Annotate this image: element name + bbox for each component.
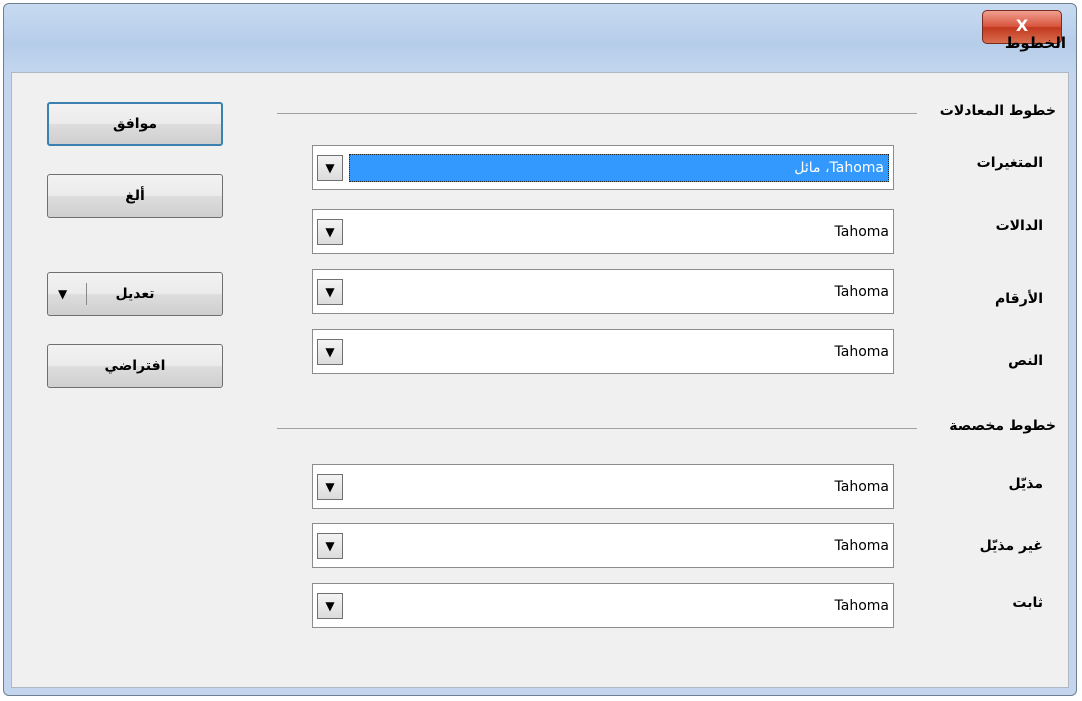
combo-arrow-icon[interactable]: ▼	[317, 219, 343, 245]
numbers-font-combo[interactable]: ▼ Tahoma	[312, 269, 894, 314]
numbers-font-value: Tahoma	[834, 284, 889, 300]
combo-arrow-icon[interactable]: ▼	[317, 155, 343, 181]
text-font-combo[interactable]: ▼ Tahoma	[312, 329, 894, 374]
variables-label: المتغيرات	[976, 155, 1043, 171]
ok-button[interactable]: موافق	[47, 102, 223, 146]
formula-fonts-divider	[277, 113, 917, 114]
sans-serif-label: غير مذيّل	[979, 538, 1043, 554]
dialog-title: الخطوط	[1004, 34, 1066, 52]
serif-label: مذيّل	[1008, 476, 1043, 492]
variables-font-combo[interactable]: ▼ Tahoma، مائل	[312, 145, 894, 190]
combo-arrow-icon[interactable]: ▼	[317, 339, 343, 365]
custom-fonts-heading: خطوط مخصصة	[945, 418, 1056, 434]
functions-label: الدالات	[995, 218, 1043, 234]
functions-font-value: Tahoma	[834, 224, 889, 240]
fixed-font-combo[interactable]: ▼ Tahoma	[312, 583, 894, 628]
default-button[interactable]: افتراضي	[47, 344, 223, 388]
text-font-value: Tahoma	[834, 344, 889, 360]
fixed-label: ثابت	[1012, 595, 1043, 611]
combo-arrow-icon[interactable]: ▼	[317, 474, 343, 500]
serif-font-value: Tahoma	[834, 479, 889, 495]
functions-font-combo[interactable]: ▼ Tahoma	[312, 209, 894, 254]
sans-serif-font-value: Tahoma	[834, 538, 889, 554]
dialog-body: خطوط المعادلات المتغيرات ▼ Tahoma، مائل …	[11, 72, 1069, 688]
modify-button[interactable]: تعديل ▼	[47, 272, 223, 316]
formula-fonts-heading: خطوط المعادلات	[935, 103, 1056, 119]
cancel-button[interactable]: ألغ	[47, 174, 223, 218]
sans-serif-font-combo[interactable]: ▼ Tahoma	[312, 523, 894, 568]
modify-split-separator	[86, 283, 87, 305]
serif-font-combo[interactable]: ▼ Tahoma	[312, 464, 894, 509]
numbers-label: الأرقام	[995, 291, 1043, 307]
custom-fonts-divider	[277, 428, 917, 429]
combo-arrow-icon[interactable]: ▼	[317, 593, 343, 619]
fonts-dialog: X الخطوط خطوط المعادلات المتغيرات ▼ Taho…	[3, 3, 1077, 696]
title-bar[interactable]: X الخطوط	[4, 4, 1076, 72]
combo-arrow-icon[interactable]: ▼	[317, 279, 343, 305]
modify-label: تعديل	[115, 286, 155, 302]
text-label: النص	[1008, 353, 1043, 369]
variables-font-value: Tahoma، مائل	[794, 160, 884, 176]
chevron-down-icon[interactable]: ▼	[58, 273, 67, 315]
combo-arrow-icon[interactable]: ▼	[317, 533, 343, 559]
selected-value-highlight: Tahoma، مائل	[349, 154, 889, 182]
fixed-font-value: Tahoma	[834, 598, 889, 614]
